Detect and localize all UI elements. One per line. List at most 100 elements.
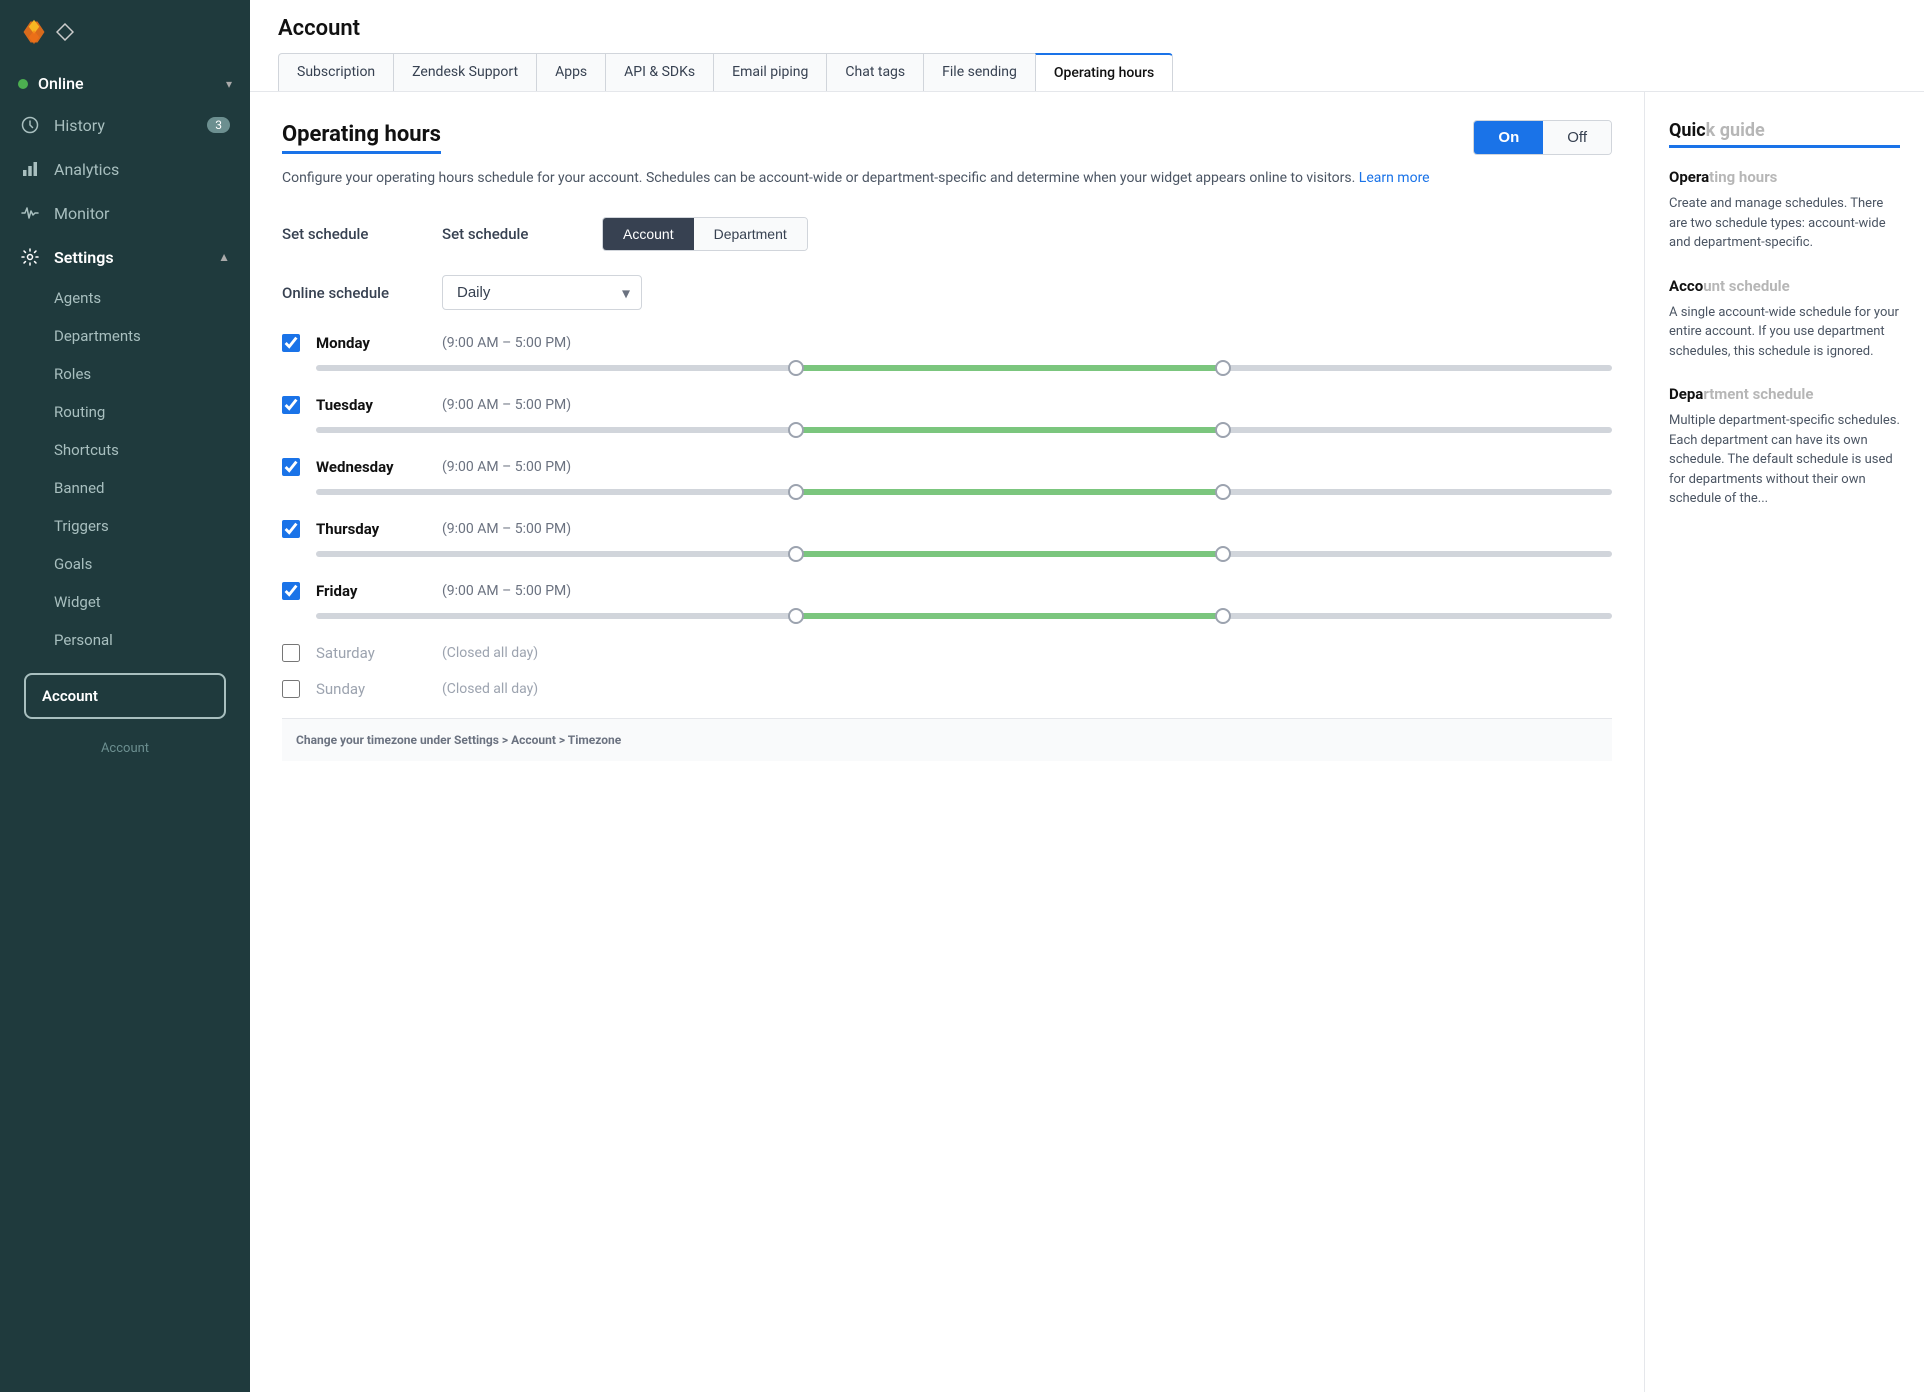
settings-section-header[interactable]: Settings ▲ bbox=[0, 235, 250, 279]
day-checkbox-monday[interactable] bbox=[282, 334, 300, 352]
tab-apps[interactable]: Apps bbox=[536, 53, 606, 91]
status-selector[interactable]: Online ▾ bbox=[0, 64, 250, 103]
tab-api[interactable]: API & SDKs bbox=[605, 53, 714, 91]
day-checkbox-friday[interactable] bbox=[282, 582, 300, 600]
tab-subscription[interactable]: Subscription bbox=[278, 53, 394, 91]
slider-fill bbox=[796, 551, 1224, 557]
history-badge: 3 bbox=[207, 117, 230, 133]
slider-thumb-start[interactable] bbox=[788, 422, 804, 438]
quick-guide-panel: Quick guide Operating hours Create and m… bbox=[1644, 92, 1924, 1392]
slider-thumb-end[interactable] bbox=[1215, 484, 1231, 500]
slider-thumb-end[interactable] bbox=[1215, 422, 1231, 438]
day-time-wednesday: (9:00 AM – 5:00 PM) bbox=[442, 459, 571, 475]
tab-operating-hours[interactable]: Operating hours bbox=[1035, 53, 1173, 91]
chevron-down-icon: ▾ bbox=[226, 77, 232, 91]
status-label: Online bbox=[38, 74, 216, 93]
toggle-off-button[interactable]: Off bbox=[1543, 121, 1611, 154]
day-time-friday: (9:00 AM – 5:00 PM) bbox=[442, 583, 571, 599]
quick-section-operating-title: Operating hours bbox=[1669, 168, 1900, 186]
sidebar-item-banned[interactable]: Banned bbox=[0, 469, 250, 507]
learn-more-link[interactable]: Learn more bbox=[1359, 170, 1430, 186]
day-name-friday: Friday bbox=[316, 582, 426, 600]
day-header-saturday: Saturday (Closed all day) bbox=[282, 644, 1612, 662]
slider-thumb-start[interactable] bbox=[788, 484, 804, 500]
sidebar-item-shortcuts[interactable]: Shortcuts bbox=[0, 431, 250, 469]
slider-fill bbox=[796, 427, 1224, 433]
quick-section-department-title: Department schedule bbox=[1669, 385, 1900, 403]
online-schedule-select[interactable]: Daily Weekly Custom bbox=[442, 275, 642, 310]
day-slider-wednesday[interactable] bbox=[316, 482, 1612, 502]
quick-section-account-text: A single account-wide schedule for your … bbox=[1669, 303, 1900, 362]
slider-thumb-start[interactable] bbox=[788, 360, 804, 376]
sidebar-item-triggers[interactable]: Triggers bbox=[0, 507, 250, 545]
day-checkbox-sunday[interactable] bbox=[282, 680, 300, 698]
slider-thumb-end[interactable] bbox=[1215, 608, 1231, 624]
schedule-department-button[interactable]: Department bbox=[694, 218, 807, 250]
quick-section-account-title: Account schedule bbox=[1669, 277, 1900, 295]
online-schedule-select-wrapper: Daily Weekly Custom bbox=[442, 275, 642, 310]
sidebar-item-label: Analytics bbox=[54, 160, 119, 179]
sidebar-item-account[interactable]: Account bbox=[24, 673, 226, 719]
sidebar-item-label: Monitor bbox=[54, 204, 109, 223]
sidebar-item-agents[interactable]: Agents bbox=[0, 279, 250, 317]
sidebar-item-widget[interactable]: Widget bbox=[0, 583, 250, 621]
day-checkbox-thursday[interactable] bbox=[282, 520, 300, 538]
day-time-tuesday: (9:00 AM – 5:00 PM) bbox=[442, 397, 571, 413]
section-title: Operating hours bbox=[282, 122, 441, 154]
slider-fill bbox=[796, 365, 1224, 371]
clock-icon bbox=[20, 115, 40, 135]
quick-guide-title: Quick guide bbox=[1669, 120, 1900, 148]
set-schedule-sublabel: Set schedule bbox=[442, 225, 582, 243]
quick-section-account: Account schedule A single account-wide s… bbox=[1669, 277, 1900, 362]
day-row-friday: Friday (9:00 AM – 5:00 PM) bbox=[282, 582, 1612, 626]
day-slider-thursday[interactable] bbox=[316, 544, 1612, 564]
sidebar-item-history[interactable]: History 3 bbox=[0, 103, 250, 147]
day-slider-friday[interactable] bbox=[316, 606, 1612, 626]
online-schedule-label: Online schedule bbox=[282, 284, 422, 302]
slider-thumb-end[interactable] bbox=[1215, 546, 1231, 562]
day-checkbox-tuesday[interactable] bbox=[282, 396, 300, 414]
day-header-wednesday: Wednesday (9:00 AM – 5:00 PM) bbox=[282, 458, 1612, 476]
day-time-saturday: (Closed all day) bbox=[442, 645, 538, 661]
sidebar-item-routing[interactable]: Routing bbox=[0, 393, 250, 431]
sidebar-item-departments[interactable]: Departments bbox=[0, 317, 250, 355]
day-header-sunday: Sunday (Closed all day) bbox=[282, 680, 1612, 698]
sidebar-item-analytics[interactable]: Analytics bbox=[0, 147, 250, 191]
slider-thumb-start[interactable] bbox=[788, 608, 804, 624]
sidebar-logo bbox=[0, 0, 250, 64]
app-logo-icon bbox=[20, 18, 48, 46]
schedule-type-toggle: Account Department bbox=[602, 217, 808, 251]
bar-chart-icon bbox=[20, 159, 40, 179]
slider-thumb-end[interactable] bbox=[1215, 360, 1231, 376]
sidebar-item-goals[interactable]: Goals bbox=[0, 545, 250, 583]
settings-label: Settings bbox=[54, 248, 114, 267]
day-name-thursday: Thursday bbox=[316, 520, 426, 538]
sidebar-item-personal[interactable]: Personal bbox=[0, 621, 250, 659]
slider-thumb-start[interactable] bbox=[788, 546, 804, 562]
sidebar-item-roles[interactable]: Roles bbox=[0, 355, 250, 393]
set-schedule-row: Set schedule Set schedule Account Depart… bbox=[282, 217, 1612, 251]
tab-email[interactable]: Email piping bbox=[713, 53, 827, 91]
sidebar: Online ▾ History 3 Analytics bbox=[0, 0, 250, 1392]
sidebar-item-monitor[interactable]: Monitor bbox=[0, 191, 250, 235]
day-header-monday: Monday (9:00 AM – 5:00 PM) bbox=[282, 334, 1612, 352]
quick-section-operating-text: Create and manage schedules. There are t… bbox=[1669, 194, 1900, 253]
operating-hours-content: Operating hours On Off Configure your op… bbox=[250, 92, 1644, 1392]
on-off-toggle: On Off bbox=[1473, 120, 1612, 155]
day-row-saturday: Saturday (Closed all day) bbox=[282, 644, 1612, 662]
schedule-account-button[interactable]: Account bbox=[603, 218, 694, 250]
sidebar-account-tooltip: Account bbox=[0, 733, 250, 764]
day-checkbox-saturday[interactable] bbox=[282, 644, 300, 662]
tab-zendesk[interactable]: Zendesk Support bbox=[393, 53, 537, 91]
main-content-area: Account Subscription Zendesk Support App… bbox=[250, 0, 1924, 1392]
section-description: Configure your operating hours schedule … bbox=[282, 167, 1612, 189]
tab-file-sending[interactable]: File sending bbox=[923, 53, 1036, 91]
page-header: Account Subscription Zendesk Support App… bbox=[250, 0, 1924, 92]
day-slider-monday[interactable] bbox=[316, 358, 1612, 378]
day-slider-tuesday[interactable] bbox=[316, 420, 1612, 440]
toggle-on-button[interactable]: On bbox=[1474, 121, 1543, 154]
day-row-sunday: Sunday (Closed all day) bbox=[282, 680, 1612, 698]
day-name-tuesday: Tuesday bbox=[316, 396, 426, 414]
tab-chat-tags[interactable]: Chat tags bbox=[826, 53, 924, 91]
day-checkbox-wednesday[interactable] bbox=[282, 458, 300, 476]
